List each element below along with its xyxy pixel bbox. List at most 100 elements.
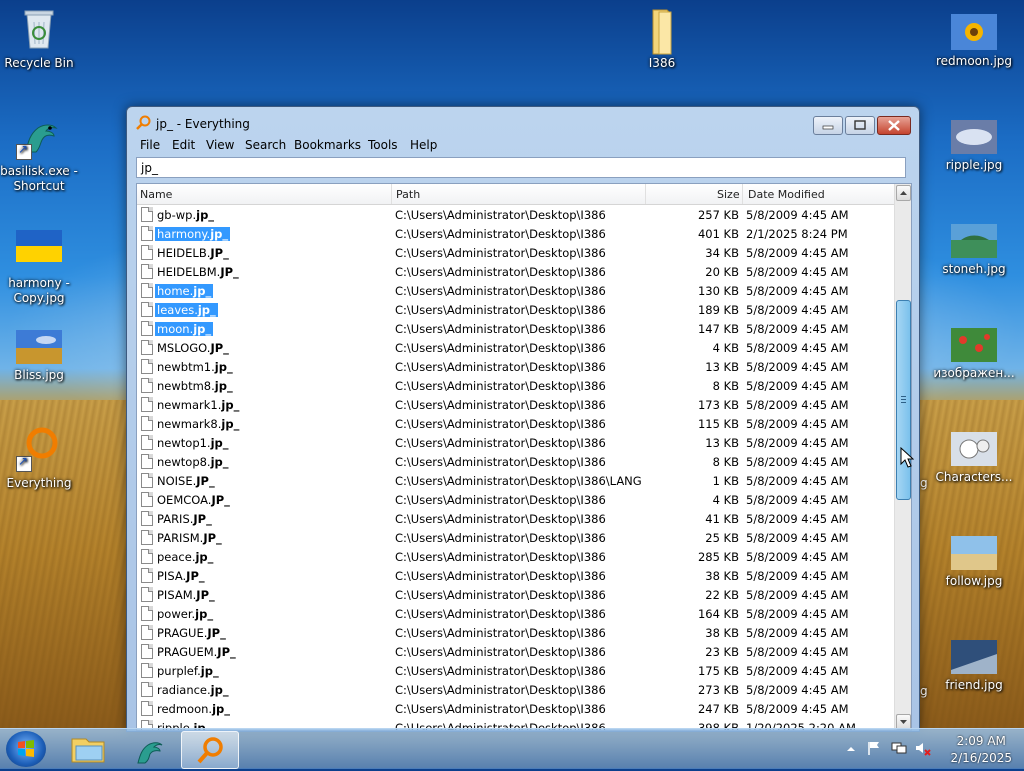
file-date-modified: 5/8/2009 4:45 AM bbox=[746, 379, 849, 393]
desktop-icon-stoneh[interactable]: stoneh.jpg bbox=[932, 224, 1016, 277]
desktop-icon-ripple[interactable]: ripple.jpg bbox=[932, 120, 1016, 173]
desktop-icon-image-ru[interactable]: изображен... bbox=[932, 328, 1016, 381]
file-name-stem: peace. bbox=[157, 550, 196, 564]
file-date-modified: 5/8/2009 4:45 AM bbox=[746, 303, 849, 317]
table-row[interactable]: NOISE.JP_ C:\Users\Administrator\Desktop\… bbox=[137, 471, 895, 490]
taskbar-everything[interactable] bbox=[181, 731, 239, 769]
desktop-icon-label: follow.jpg bbox=[945, 574, 1003, 588]
scroll-up-button[interactable] bbox=[896, 185, 911, 201]
show-hidden-icon[interactable] bbox=[846, 743, 856, 757]
table-row[interactable]: purplef.jp_ C:\Users\Administrator\Deskto… bbox=[137, 661, 895, 680]
table-row[interactable]: PISA.JP_ C:\Users\Administrator\Desktop\I… bbox=[137, 566, 895, 585]
column-header-path[interactable]: Path bbox=[396, 188, 420, 201]
table-row[interactable]: harmony.jp_ C:\Users\Administrator\Deskto… bbox=[137, 224, 895, 243]
taskbar-clock[interactable]: 2:09 AM 2/16/2025 bbox=[950, 733, 1012, 767]
close-button[interactable] bbox=[877, 116, 911, 135]
taskbar-explorer[interactable] bbox=[60, 731, 116, 767]
column-header-size[interactable]: Size bbox=[717, 188, 740, 201]
menu-search[interactable]: Search bbox=[245, 138, 286, 152]
file-name-match-highlight: jp_ bbox=[210, 455, 229, 469]
desktop-icon-redmoon[interactable]: redmoon.jpg bbox=[932, 14, 1016, 69]
column-header-name[interactable]: Name bbox=[140, 188, 172, 201]
system-tray: 2:09 AM 2/16/2025 bbox=[834, 729, 1024, 769]
table-row[interactable]: PISAM.JP_ C:\Users\Administrator\Desktop\… bbox=[137, 585, 895, 604]
menu-view[interactable]: View bbox=[206, 138, 234, 152]
action-center-flag-icon[interactable] bbox=[866, 740, 882, 759]
table-row[interactable]: newbtm8.jp_ C:\Users\Administrator\Deskto… bbox=[137, 376, 895, 395]
table-row[interactable]: HEIDELBM.JP_ C:\Users\Administrator\Deskt… bbox=[137, 262, 895, 281]
file-name-stem: newbtm8. bbox=[157, 379, 215, 393]
table-row[interactable]: newbtm1.jp_ C:\Users\Administrator\Deskto… bbox=[137, 357, 895, 376]
table-row[interactable]: PARIS.JP_ C:\Users\Administrator\Desktop\… bbox=[137, 509, 895, 528]
file-path: C:\Users\Administrator\Desktop\I386 bbox=[395, 436, 606, 450]
table-row[interactable]: peace.jp_ C:\Users\Administrator\Desktop\… bbox=[137, 547, 895, 566]
volume-muted-icon[interactable] bbox=[914, 740, 932, 759]
menu-help[interactable]: Help bbox=[410, 138, 437, 152]
desktop-icon-basilisk-shortcut[interactable]: basilisk.exe - Shortcut bbox=[0, 114, 81, 194]
table-row[interactable]: MSLOGO.JP_ C:\Users\Administrator\Desktop… bbox=[137, 338, 895, 357]
start-button[interactable] bbox=[6, 731, 46, 767]
file-icon bbox=[141, 226, 153, 241]
column-header-date-modified[interactable]: Date Modified bbox=[748, 188, 825, 201]
desktop-icon-everything[interactable]: Everything bbox=[0, 426, 81, 491]
table-row[interactable]: PRAGUEM.JP_ C:\Users\Administrator\Deskto… bbox=[137, 642, 895, 661]
file-date-modified: 5/8/2009 4:45 AM bbox=[746, 664, 849, 678]
table-row[interactable]: newmark1.jp_ C:\Users\Administrator\Deskt… bbox=[137, 395, 895, 414]
desktop-icon-friend[interactable]: friend.jpg bbox=[932, 640, 1016, 693]
table-row[interactable]: redmoon.jp_ C:\Users\Administrator\Deskto… bbox=[137, 699, 895, 718]
file-icon bbox=[141, 359, 153, 374]
file-path: C:\Users\Administrator\Desktop\I386 bbox=[395, 379, 606, 393]
table-row[interactable]: power.jp_ C:\Users\Administrator\Desktop\… bbox=[137, 604, 895, 623]
file-path: C:\Users\Administrator\Desktop\I386 bbox=[395, 360, 606, 374]
table-row[interactable]: radiance.jp_ C:\Users\Administrator\Deskt… bbox=[137, 680, 895, 699]
grip-line bbox=[901, 399, 906, 400]
file-size: 4 KB bbox=[712, 341, 739, 355]
chevron-up-icon bbox=[900, 191, 907, 195]
table-row[interactable]: PARISM.JP_ C:\Users\Administrator\Desktop… bbox=[137, 528, 895, 547]
table-row[interactable]: home.jp_ C:\Users\Administrator\Desktop\I… bbox=[137, 281, 895, 300]
file-name: newbtm8.jp_ bbox=[155, 379, 235, 393]
file-date-modified: 5/8/2009 4:45 AM bbox=[746, 322, 849, 336]
desktop-icon-i386-folder[interactable]: I386 bbox=[620, 6, 704, 71]
desktop-icon-harmony-copy[interactable]: harmony - Copy.jpg bbox=[0, 226, 81, 306]
desktop-icon-follow[interactable]: follow.jpg bbox=[932, 536, 1016, 589]
menu-tools[interactable]: Tools bbox=[368, 138, 398, 152]
table-row[interactable]: leaves.jp_ C:\Users\Administrator\Desktop… bbox=[137, 300, 895, 319]
image-icon bbox=[951, 14, 997, 50]
desktop-icon-bliss[interactable]: Bliss.jpg bbox=[0, 330, 81, 383]
file-icon bbox=[141, 321, 153, 336]
taskbar-basilisk[interactable] bbox=[120, 731, 176, 767]
menu-edit[interactable]: Edit bbox=[172, 138, 195, 152]
title-bar[interactable]: jp_ - Everything bbox=[127, 107, 919, 137]
network-icon[interactable] bbox=[890, 740, 908, 759]
desktop-icon-recycle-bin[interactable]: Recycle Bin bbox=[0, 6, 81, 71]
file-name: PARIS.JP_ bbox=[155, 512, 214, 526]
column-divider[interactable] bbox=[391, 184, 392, 204]
file-size: 25 KB bbox=[705, 531, 739, 545]
results-list: Name Path Size Date Modified gb-wp.jp_ C:… bbox=[136, 183, 912, 731]
file-icon bbox=[141, 587, 153, 602]
table-row[interactable]: moon.jp_ C:\Users\Administrator\Desktop\I… bbox=[137, 319, 895, 338]
search-input[interactable]: jp_ bbox=[136, 157, 906, 178]
column-divider[interactable] bbox=[742, 184, 743, 204]
file-date-modified: 5/8/2009 4:45 AM bbox=[746, 455, 849, 469]
file-icon bbox=[141, 530, 153, 545]
menu-file[interactable]: File bbox=[140, 138, 160, 152]
restore-button[interactable] bbox=[845, 116, 875, 135]
file-date-modified: 5/8/2009 4:45 AM bbox=[746, 607, 849, 621]
desktop-icon-characters[interactable]: Characters... bbox=[932, 432, 1016, 485]
table-row[interactable]: OEMCOA.JP_ C:\Users\Administrator\Desktop… bbox=[137, 490, 895, 509]
scrollbar-thumb[interactable] bbox=[896, 300, 911, 500]
minimize-button[interactable] bbox=[813, 116, 843, 135]
table-row[interactable]: newmark8.jp_ C:\Users\Administrator\Deskt… bbox=[137, 414, 895, 433]
column-divider[interactable] bbox=[645, 184, 646, 204]
file-name: home.jp_ bbox=[155, 284, 214, 298]
table-row[interactable]: gb-wp.jp_ C:\Users\Administrator\Desktop\… bbox=[137, 205, 895, 224]
table-row[interactable]: newtop8.jp_ C:\Users\Administrator\Deskto… bbox=[137, 452, 895, 471]
menu-bookmarks[interactable]: Bookmarks bbox=[294, 138, 361, 152]
table-row[interactable]: PRAGUE.JP_ C:\Users\Administrator\Desktop… bbox=[137, 623, 895, 642]
clock-date: 2/16/2025 bbox=[950, 751, 1012, 765]
file-size: 38 KB bbox=[705, 626, 739, 640]
table-row[interactable]: HEIDELB.JP_ C:\Users\Administrator\Deskto… bbox=[137, 243, 895, 262]
table-row[interactable]: newtop1.jp_ C:\Users\Administrator\Deskto… bbox=[137, 433, 895, 452]
